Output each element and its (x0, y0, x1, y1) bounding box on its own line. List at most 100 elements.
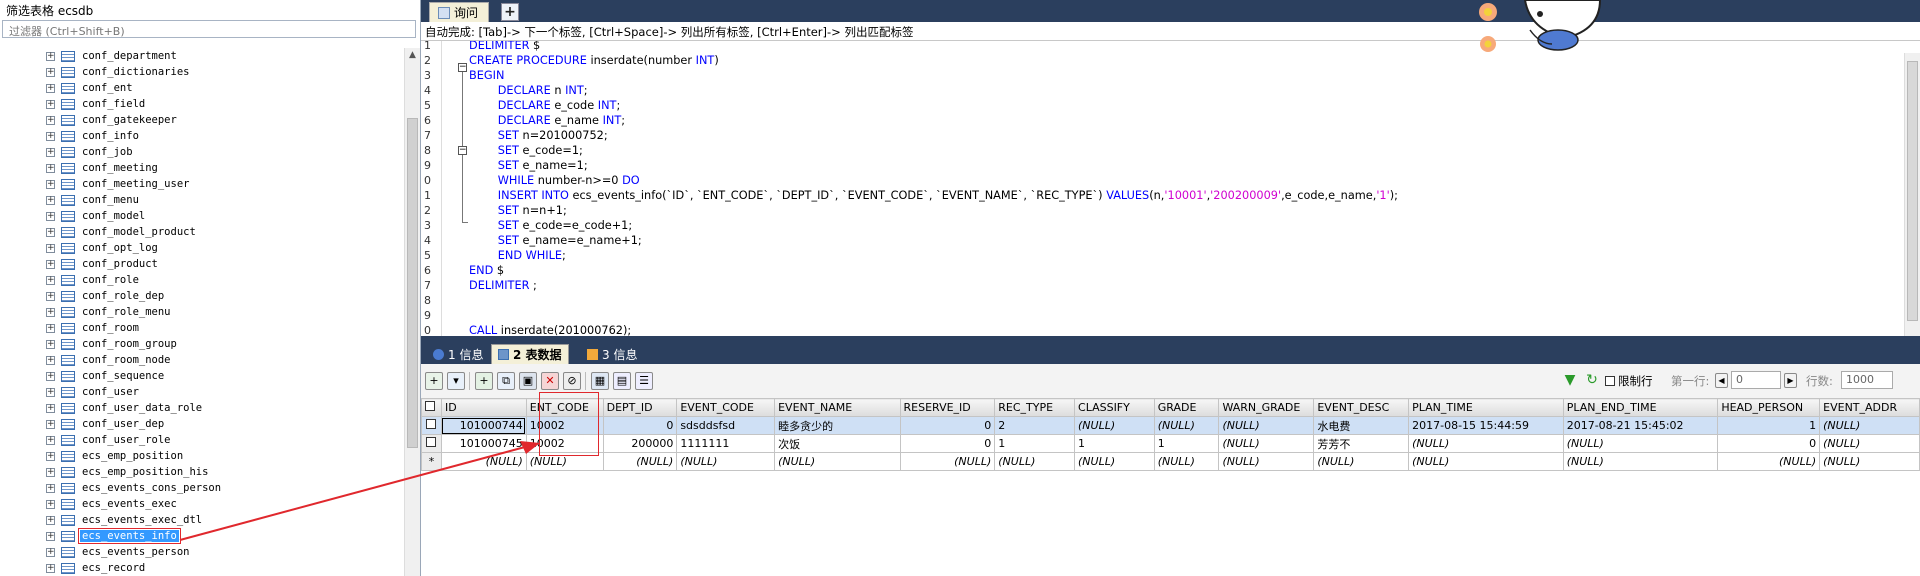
tree-scrollbar[interactable]: ▲ (404, 48, 420, 576)
tree-item-ecs_events_cons_person[interactable]: + ecs_events_cons_person (46, 480, 223, 496)
table-row[interactable]: 101000745 10002 200000 1111111 次饭 0 1 1 1 (NULL) 芳… (421, 434, 1920, 453)
cell-plan-time[interactable]: 2017-08-15 15:44:59 (1408, 416, 1564, 435)
expand-icon[interactable]: + (46, 291, 55, 301)
expand-icon[interactable]: + (46, 355, 55, 365)
cell-plan-time[interactable]: (NULL) (1408, 434, 1564, 453)
tab-info-3[interactable]: 3 信息 (581, 344, 643, 364)
cell-warn-grade[interactable]: (NULL) (1218, 434, 1315, 453)
column-header[interactable]: GRADE (1153, 398, 1220, 417)
prev-page-icon[interactable]: ◀ (1715, 373, 1728, 388)
fold-toggle-icon[interactable]: − (458, 146, 467, 155)
editor-scrollbar[interactable] (1904, 53, 1920, 337)
first-row-input[interactable]: 0 (1731, 371, 1781, 389)
expand-icon[interactable]: + (46, 83, 55, 93)
cell-rec-type[interactable]: (NULL) (994, 452, 1076, 471)
tree-item-conf_field[interactable]: + conf_field (46, 96, 147, 112)
expand-icon[interactable]: + (46, 387, 55, 397)
cell-event-name[interactable]: 睦多贪少的 (774, 416, 901, 435)
select-all-checkbox[interactable] (425, 401, 435, 411)
cell-id[interactable]: (NULL) (440, 452, 527, 471)
limit-rows-toggle[interactable]: 限制行 (1605, 372, 1653, 390)
expand-icon[interactable]: + (46, 467, 55, 477)
row-checkbox[interactable] (426, 437, 437, 447)
cell-head-person[interactable]: 1 (1717, 416, 1821, 435)
tree-item-conf_dictionaries[interactable]: + conf_dictionaries (46, 64, 191, 80)
row-selector[interactable]: * (421, 452, 442, 471)
cell-event-code[interactable]: (NULL) (676, 452, 776, 471)
expand-icon[interactable]: + (46, 307, 55, 317)
expand-icon[interactable]: + (46, 403, 55, 413)
scroll-up-icon[interactable]: ▲ (405, 48, 420, 63)
cell-rec-type[interactable]: 1 (994, 434, 1076, 453)
tree-item-conf_user_dep[interactable]: + conf_user_dep (46, 416, 166, 432)
tree-item-conf_job[interactable]: + conf_job (46, 144, 135, 160)
cell-event-addr[interactable]: (NULL) (1819, 452, 1920, 471)
expand-icon[interactable]: + (46, 147, 55, 157)
export-icon[interactable]: ▾ (447, 372, 465, 390)
cell-head-person[interactable]: 0 (1717, 434, 1821, 453)
add-tab-button[interactable]: + (501, 3, 519, 21)
cell-event-name[interactable]: 次饭 (774, 434, 901, 453)
cell-event-desc[interactable]: 水电费 (1313, 416, 1410, 435)
tree-item-conf_ent[interactable]: + conf_ent (46, 80, 135, 96)
tree-item-conf_opt_log[interactable]: + conf_opt_log (46, 240, 160, 256)
column-header[interactable]: WARN_GRADE (1218, 398, 1315, 417)
rows-input[interactable]: 1000 (1841, 371, 1893, 389)
cell-classify[interactable]: (NULL) (1074, 452, 1155, 471)
tree-item-conf_room_group[interactable]: + conf_room_group (46, 336, 179, 352)
expand-icon[interactable]: + (46, 67, 55, 77)
column-header[interactable]: ID (440, 398, 527, 417)
cell-event-code[interactable]: 1111111 (676, 434, 776, 453)
delete-icon[interactable]: ✕ (541, 372, 559, 390)
cell-grade[interactable]: 1 (1153, 434, 1220, 453)
expand-icon[interactable]: + (46, 115, 55, 125)
tree-item-conf_model[interactable]: + conf_model (46, 208, 147, 224)
tree-item-ecs_events_info[interactable]: + ecs_events_info (46, 528, 181, 544)
tree-item-conf_info[interactable]: + conf_info (46, 128, 141, 144)
expand-icon[interactable]: + (46, 275, 55, 285)
insert-row-icon[interactable]: + (425, 372, 443, 390)
column-header[interactable]: EVENT_NAME (774, 398, 901, 417)
expand-icon[interactable]: + (46, 563, 55, 573)
row-selector[interactable] (421, 434, 442, 453)
column-header[interactable]: EVENT_ADDR (1819, 398, 1920, 417)
cell-classify[interactable]: 1 (1074, 434, 1155, 453)
tree-item-conf_meeting_user[interactable]: + conf_meeting_user (46, 176, 191, 192)
expand-icon[interactable]: + (46, 483, 55, 493)
cell-event-name[interactable]: (NULL) (774, 452, 901, 471)
tree-item-conf_menu[interactable]: + conf_menu (46, 192, 141, 208)
cell-event-addr[interactable]: (NULL) (1819, 434, 1920, 453)
duplicate-row-icon[interactable]: ⧉ (497, 372, 515, 390)
expand-icon[interactable]: + (46, 195, 55, 205)
select-all-cell[interactable] (421, 398, 442, 417)
column-header[interactable]: PLAN_END_TIME (1562, 398, 1719, 417)
column-header[interactable]: DEPT_ID (602, 398, 678, 417)
sql-editor[interactable]: 1 2 3 4 5 6 7 8 9 0 1 2 3 4 5 6 7 8 9 0 − − DELIMITER $ CRE… (421, 40, 1920, 337)
tree-item-ecs_events_exec_dtl[interactable]: + ecs_events_exec_dtl (46, 512, 204, 528)
next-page-icon[interactable]: ▶ (1784, 373, 1797, 388)
cell-reserve-id[interactable]: 0 (899, 416, 996, 435)
cell-event-code[interactable]: sdsddsfsd (676, 416, 776, 435)
tree-item-conf_role_dep[interactable]: + conf_role_dep (46, 288, 166, 304)
tab-query[interactable]: 询问 (429, 2, 490, 22)
expand-icon[interactable]: + (46, 243, 55, 253)
tree-item-conf_role_menu[interactable]: + conf_role_menu (46, 304, 173, 320)
cell-rec-type[interactable]: 2 (994, 416, 1076, 435)
new-row[interactable]: * (NULL) (NULL) (NULL) (NULL) (NULL) (NULL) (NU… (421, 452, 1920, 471)
cell-event-desc[interactable]: (NULL) (1313, 452, 1410, 471)
tree-item-ecs_events_exec[interactable]: + ecs_events_exec (46, 496, 179, 512)
tree-item-conf_gatekeeper[interactable]: + conf_gatekeeper (46, 112, 179, 128)
expand-icon[interactable]: + (46, 451, 55, 461)
tab-table-data[interactable]: 2 表数据 (491, 344, 569, 364)
tree-item-ecs_emp_position[interactable]: + ecs_emp_position (46, 448, 185, 464)
expand-icon[interactable]: + (46, 323, 55, 333)
expand-icon[interactable]: + (46, 499, 55, 509)
cell-dept-id[interactable]: 200000 (602, 434, 678, 453)
expand-icon[interactable]: + (46, 339, 55, 349)
expand-icon[interactable]: + (46, 531, 55, 541)
expand-icon[interactable]: + (46, 163, 55, 173)
row-selector[interactable] (421, 416, 442, 435)
expand-icon[interactable]: + (46, 547, 55, 557)
cell-id[interactable]: 101000744 (440, 416, 527, 435)
grid-view-icon[interactable]: ▦ (591, 372, 609, 390)
